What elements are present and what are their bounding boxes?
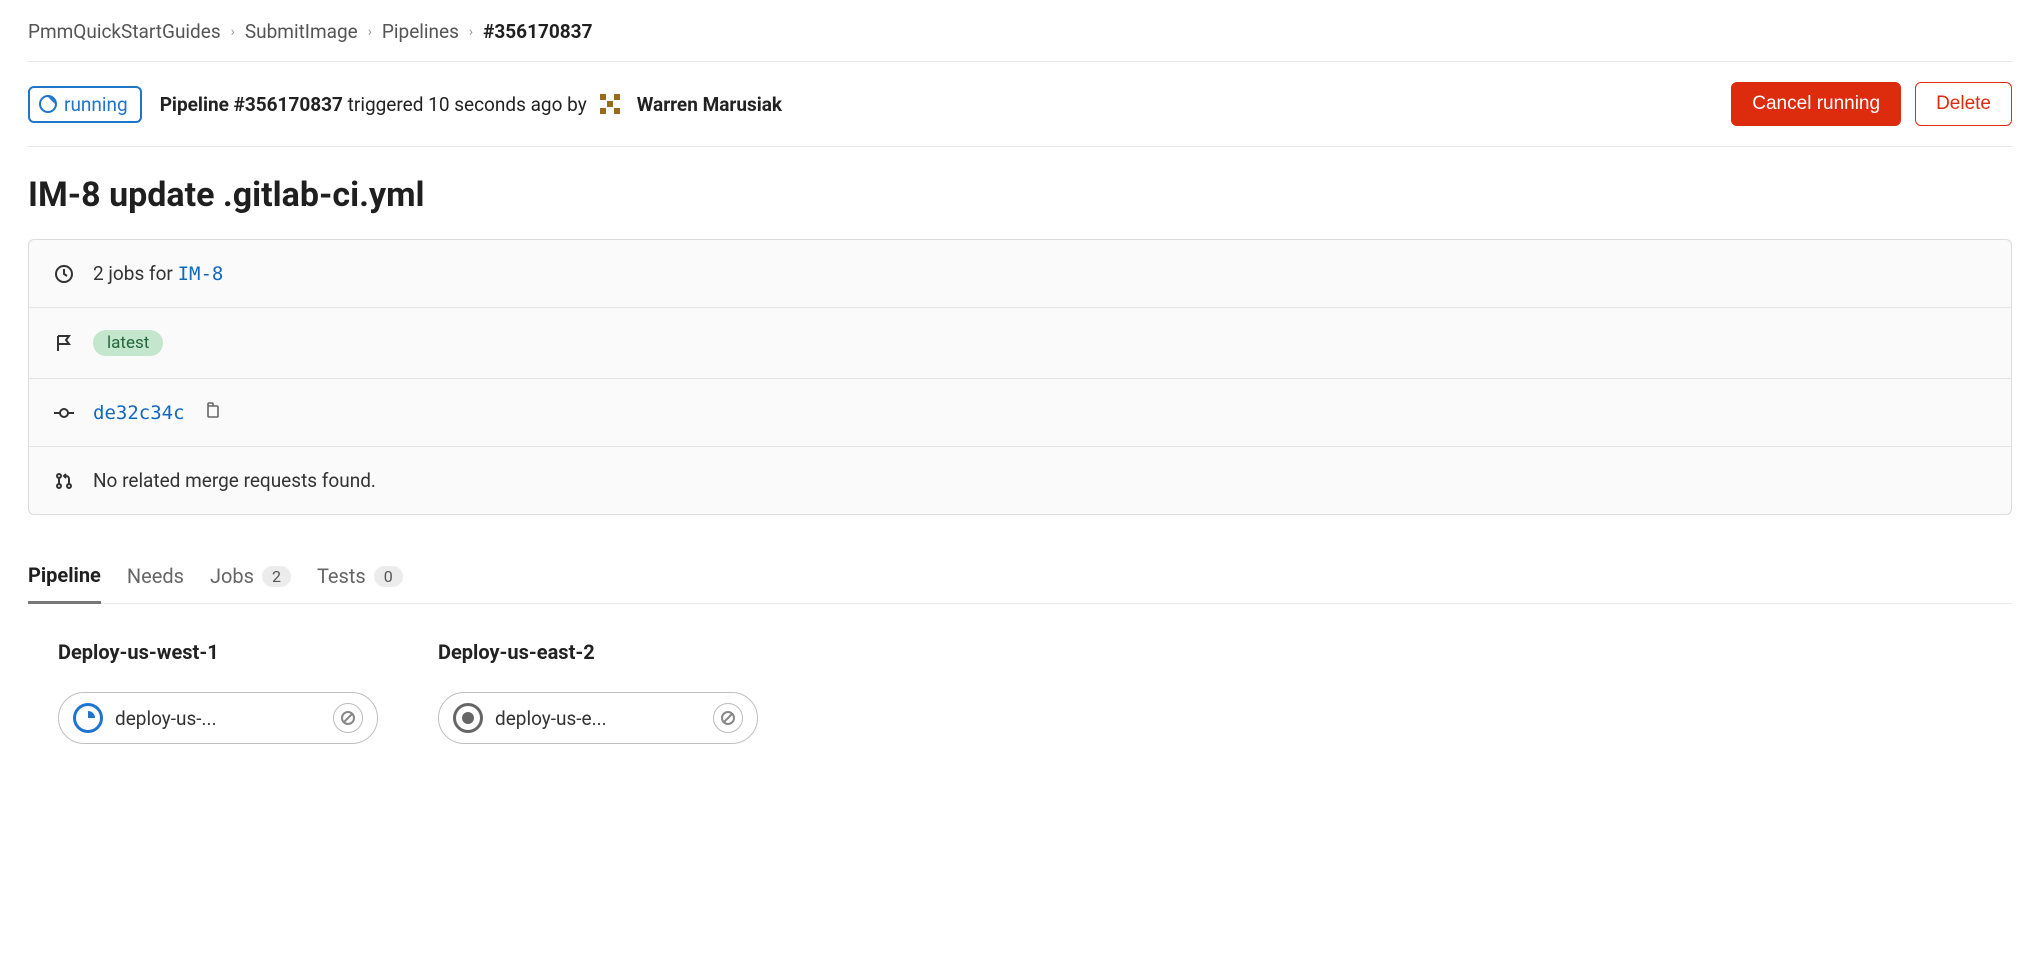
status-badge-running[interactable]: running	[28, 86, 142, 123]
tab-jobs[interactable]: Jobs 2	[210, 549, 291, 603]
clock-icon	[53, 263, 75, 285]
latest-tag: latest	[93, 330, 163, 356]
tab-tests-label: Tests	[317, 564, 366, 588]
stage-title: Deploy-us-west-1	[58, 640, 378, 664]
tab-pipeline[interactable]: Pipeline	[28, 549, 101, 604]
pipeline-trigger-text: Pipeline #356170837 triggered 10 seconds…	[160, 93, 587, 116]
copy-commit-button[interactable]	[203, 401, 221, 424]
pipeline-info-box: 2 jobs for IM-8 latest de32c34c No relat…	[28, 239, 2012, 515]
tab-jobs-count: 2	[262, 566, 291, 587]
job-status-created-icon	[453, 703, 483, 733]
mr-text: No related merge requests found.	[93, 469, 376, 492]
flag-icon	[53, 332, 75, 354]
tab-tests[interactable]: Tests 0	[317, 549, 403, 603]
jobs-count-text: 2 jobs for	[93, 262, 178, 285]
job-pill[interactable]: deploy-us-...	[58, 692, 378, 744]
stage-column: Deploy-us-east-2 deploy-us-e...	[438, 640, 758, 744]
username[interactable]: Warren Marusiak	[637, 93, 782, 116]
header-actions: Cancel running Delete	[1731, 82, 2012, 126]
commit-link[interactable]: de32c34c	[93, 402, 185, 424]
tabs: Pipeline Needs Jobs 2 Tests 0	[28, 549, 2012, 604]
job-name: deploy-us-e...	[495, 707, 701, 730]
info-mr-row: No related merge requests found.	[29, 447, 2011, 514]
running-icon	[38, 94, 58, 114]
job-cancel-button[interactable]	[713, 703, 743, 733]
pipeline-header: running Pipeline #356170837 triggered 10…	[28, 62, 2012, 147]
breadcrumb-item[interactable]: Pipelines	[382, 20, 459, 43]
tab-tests-count: 0	[374, 566, 403, 587]
chevron-right-icon: ›	[469, 24, 473, 40]
jobs-summary: 2 jobs for IM-8	[93, 262, 223, 285]
triggered-ago-text: triggered 10 seconds ago by	[343, 93, 587, 116]
delete-button[interactable]: Delete	[1915, 82, 2012, 126]
commit-icon	[53, 402, 75, 424]
avatar[interactable]	[595, 89, 625, 119]
breadcrumb-item[interactable]: PmmQuickStartGuides	[28, 20, 221, 43]
cancel-running-button[interactable]: Cancel running	[1731, 82, 1901, 126]
pipeline-id-label: Pipeline #356170837	[160, 93, 343, 116]
status-label: running	[64, 93, 128, 116]
breadcrumb-item-current: #356170837	[483, 20, 592, 43]
info-commit-row: de32c34c	[29, 379, 2011, 447]
info-tags-row: latest	[29, 308, 2011, 379]
pipeline-stages: Deploy-us-west-1 deploy-us-... Deploy-us…	[28, 604, 2012, 780]
tab-needs[interactable]: Needs	[127, 549, 184, 603]
job-status-running-icon	[73, 703, 103, 733]
stage-column: Deploy-us-west-1 deploy-us-...	[58, 640, 378, 744]
info-jobs-row: 2 jobs for IM-8	[29, 240, 2011, 308]
merge-request-icon	[53, 470, 75, 492]
breadcrumb-item[interactable]: SubmitImage	[245, 20, 358, 43]
job-name: deploy-us-...	[115, 707, 321, 730]
branch-link[interactable]: IM-8	[178, 263, 224, 285]
page-title: IM-8 update .gitlab-ci.yml	[28, 175, 2012, 215]
stage-title: Deploy-us-east-2	[438, 640, 758, 664]
breadcrumb: PmmQuickStartGuides › SubmitImage › Pipe…	[28, 20, 2012, 62]
chevron-right-icon: ›	[368, 24, 372, 40]
tab-jobs-label: Jobs	[210, 564, 254, 588]
job-cancel-button[interactable]	[333, 703, 363, 733]
job-pill[interactable]: deploy-us-e...	[438, 692, 758, 744]
chevron-right-icon: ›	[231, 24, 235, 40]
